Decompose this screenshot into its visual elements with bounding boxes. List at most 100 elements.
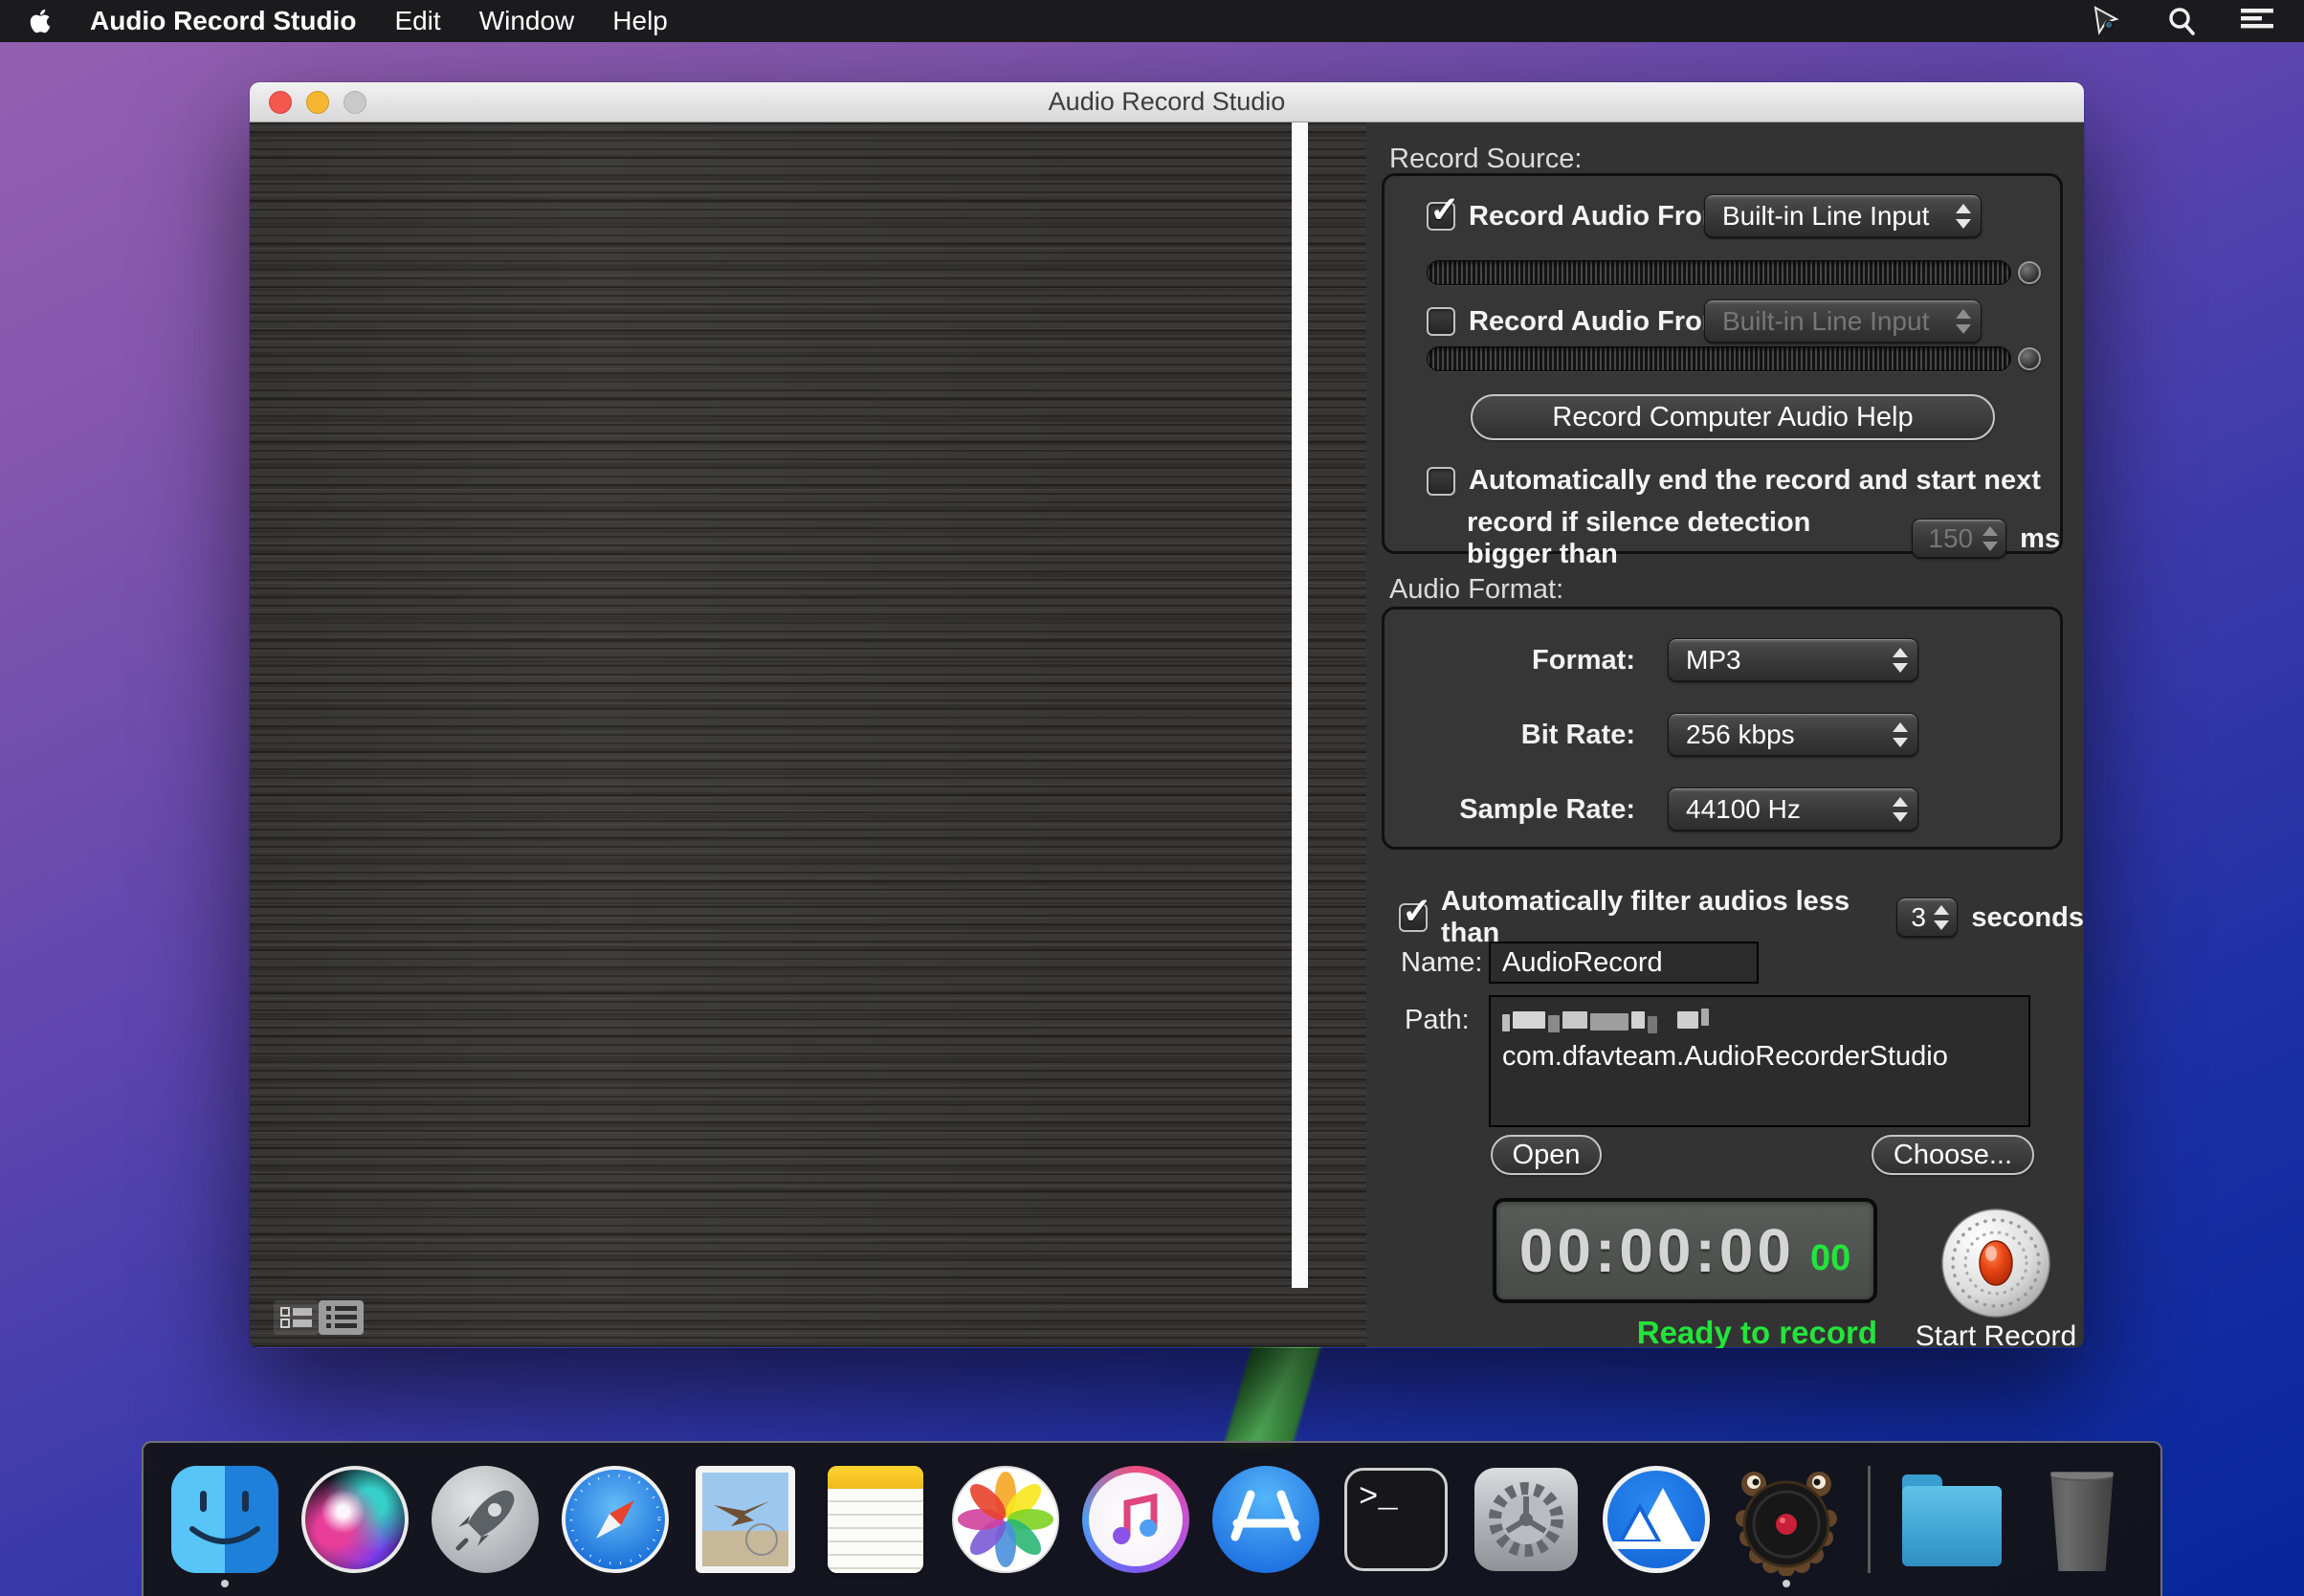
- popup-arrows-icon: [1893, 797, 1908, 822]
- choose-button[interactable]: Choose...: [1872, 1135, 2034, 1175]
- mail-stamp-icon: [696, 1466, 795, 1573]
- bit-rate-label: Bit Rate:: [1385, 720, 1635, 751]
- finder-icon: [171, 1466, 278, 1573]
- bit-rate-select[interactable]: 256 kbps: [1668, 713, 1918, 757]
- selected-device-1: Built-in Line Input: [1722, 201, 1948, 232]
- slider-knob[interactable]: [2018, 347, 2041, 370]
- slider-track[interactable]: [1427, 260, 2011, 285]
- menu-bar: Audio Record Studio Edit Window Help: [0, 0, 2304, 42]
- record-device-select-1[interactable]: Built-in Line Input: [1704, 194, 1982, 238]
- timer-centiseconds: 00: [1810, 1238, 1850, 1279]
- pointer-icon[interactable]: [2090, 5, 2122, 37]
- dock-photos[interactable]: [949, 1448, 1062, 1591]
- launchpad-rocket-icon: [432, 1466, 539, 1573]
- dock-system-preferences[interactable]: [1470, 1448, 1583, 1591]
- gear-icon: [1474, 1468, 1578, 1571]
- slider-track[interactable]: [1427, 346, 2011, 371]
- notes-icon: [828, 1466, 923, 1573]
- menu-edit[interactable]: Edit: [394, 6, 440, 36]
- bit-rate-row: Bit Rate: 256 kbps: [1385, 713, 2060, 757]
- slider-knob[interactable]: [2018, 261, 2041, 284]
- dock-launchpad[interactable]: [429, 1448, 542, 1591]
- view-toggle-detail[interactable]: [274, 1300, 319, 1335]
- dock-finder[interactable]: [168, 1448, 281, 1591]
- running-indicator: [221, 1580, 229, 1587]
- view-toggle-list[interactable]: [319, 1300, 364, 1335]
- menu-window[interactable]: Window: [479, 6, 575, 36]
- format-select[interactable]: MP3: [1668, 638, 1918, 682]
- status-text: Ready to record: [1493, 1315, 1877, 1348]
- vertical-scrollbar[interactable]: [1292, 122, 1308, 1288]
- input-level-slider-2[interactable]: [1427, 346, 2041, 371]
- apple-menu-icon[interactable]: [29, 8, 52, 34]
- timer-time: 00:00:00: [1519, 1215, 1795, 1286]
- input-level-slider-1[interactable]: [1427, 260, 2041, 285]
- record-from-checkbox-1[interactable]: ✓: [1427, 202, 1455, 231]
- popup-arrows-icon: [1934, 905, 1949, 930]
- recordings-list-area[interactable]: [250, 122, 1366, 1347]
- format-value: MP3: [1686, 645, 1885, 676]
- dock-audio-record-studio[interactable]: [1730, 1448, 1843, 1591]
- record-computer-audio-help-button[interactable]: Record Computer Audio Help: [1471, 394, 1995, 440]
- audio-format-groupbox: Format: MP3 Bit Rate: 256 kbps: [1382, 607, 2063, 850]
- sample-rate-label: Sample Rate:: [1385, 794, 1635, 826]
- terminal-icon: >_: [1344, 1468, 1448, 1571]
- sample-rate-select[interactable]: 44100 Hz: [1668, 787, 1918, 831]
- safari-icon: [562, 1466, 669, 1573]
- spotlight-search-icon[interactable]: [2166, 6, 2197, 36]
- popup-arrows-icon: [1983, 526, 1998, 551]
- audio-record-studio-app-icon: [1733, 1463, 1840, 1576]
- dock-mail[interactable]: [689, 1448, 802, 1591]
- dock-itunes[interactable]: [1079, 1448, 1192, 1591]
- view-mode-toggles: [274, 1300, 364, 1335]
- dock-siri[interactable]: [299, 1448, 411, 1591]
- filter-seconds-stepper[interactable]: 3: [1896, 898, 1958, 938]
- dock-trash[interactable]: [2026, 1448, 2138, 1591]
- popup-arrows-icon: [1893, 722, 1908, 747]
- mountain-app-icon: [1603, 1466, 1710, 1573]
- path-redacted-text: [1502, 1005, 2017, 1035]
- name-input[interactable]: [1489, 942, 1759, 984]
- record-from-checkbox-2[interactable]: [1427, 307, 1455, 336]
- silence-ms-unit: ms: [2020, 523, 2060, 555]
- dock-safari[interactable]: [559, 1448, 672, 1591]
- sample-rate-row: Sample Rate: 44100 Hz: [1385, 787, 2060, 831]
- dock: >_: [142, 1441, 2162, 1596]
- start-record-label: Start Record: [1894, 1320, 2084, 1348]
- notification-center-icon[interactable]: [2241, 7, 2275, 35]
- record-source-section-label: Record Source:: [1389, 144, 1583, 175]
- app-store-icon: [1212, 1466, 1319, 1573]
- check-icon: ✓: [1402, 894, 1432, 930]
- auto-end-label-line2: record if silence detection bigger than: [1467, 507, 1893, 570]
- menu-app-name[interactable]: Audio Record Studio: [90, 6, 356, 36]
- window-title-bar[interactable]: Audio Record Studio: [250, 82, 2084, 122]
- audio-format-section-label: Audio Format:: [1389, 574, 1563, 606]
- wallpaper-plant-streak: [1223, 1341, 1322, 1449]
- itunes-icon: [1082, 1466, 1189, 1573]
- auto-end-row: Automatically end the record and start n…: [1427, 465, 2041, 497]
- start-record-button[interactable]: [1940, 1208, 2051, 1319]
- path-textarea[interactable]: com.dfavteam.AudioRecorderStudio: [1489, 995, 2030, 1127]
- auto-end-row-2: record if silence detection bigger than …: [1467, 507, 2060, 570]
- dock-app-store[interactable]: [1209, 1448, 1322, 1591]
- dock-app-cleaner[interactable]: [1600, 1448, 1713, 1591]
- dock-terminal[interactable]: >_: [1340, 1448, 1452, 1591]
- silence-ms-stepper[interactable]: 150: [1912, 519, 2006, 559]
- auto-end-label-line1: Automatically end the record and start n…: [1469, 465, 2041, 497]
- filter-checkbox[interactable]: ✓: [1399, 903, 1428, 932]
- record-from-row-1: ✓ Record Audio From:: [1427, 193, 1736, 239]
- dock-downloads-folder[interactable]: [1895, 1448, 2008, 1591]
- auto-end-checkbox[interactable]: [1427, 467, 1455, 496]
- record-device-select-2[interactable]: Built-in Line Input: [1704, 299, 1982, 344]
- name-label: Name:: [1401, 947, 1489, 979]
- filter-seconds-value: 3: [1911, 902, 1926, 933]
- popup-arrows-icon: [1956, 309, 1971, 334]
- dock-notes[interactable]: [819, 1448, 932, 1591]
- filter-label: Automatically filter audios less than: [1441, 886, 1877, 949]
- folder-icon: [1902, 1486, 2002, 1566]
- menu-help[interactable]: Help: [612, 6, 668, 36]
- format-row: Format: MP3: [1385, 638, 2060, 682]
- record-from-label-1: Record Audio From:: [1469, 201, 1736, 233]
- path-bundle-id: com.dfavteam.AudioRecorderStudio: [1502, 1041, 2017, 1073]
- open-button[interactable]: Open: [1491, 1135, 1602, 1175]
